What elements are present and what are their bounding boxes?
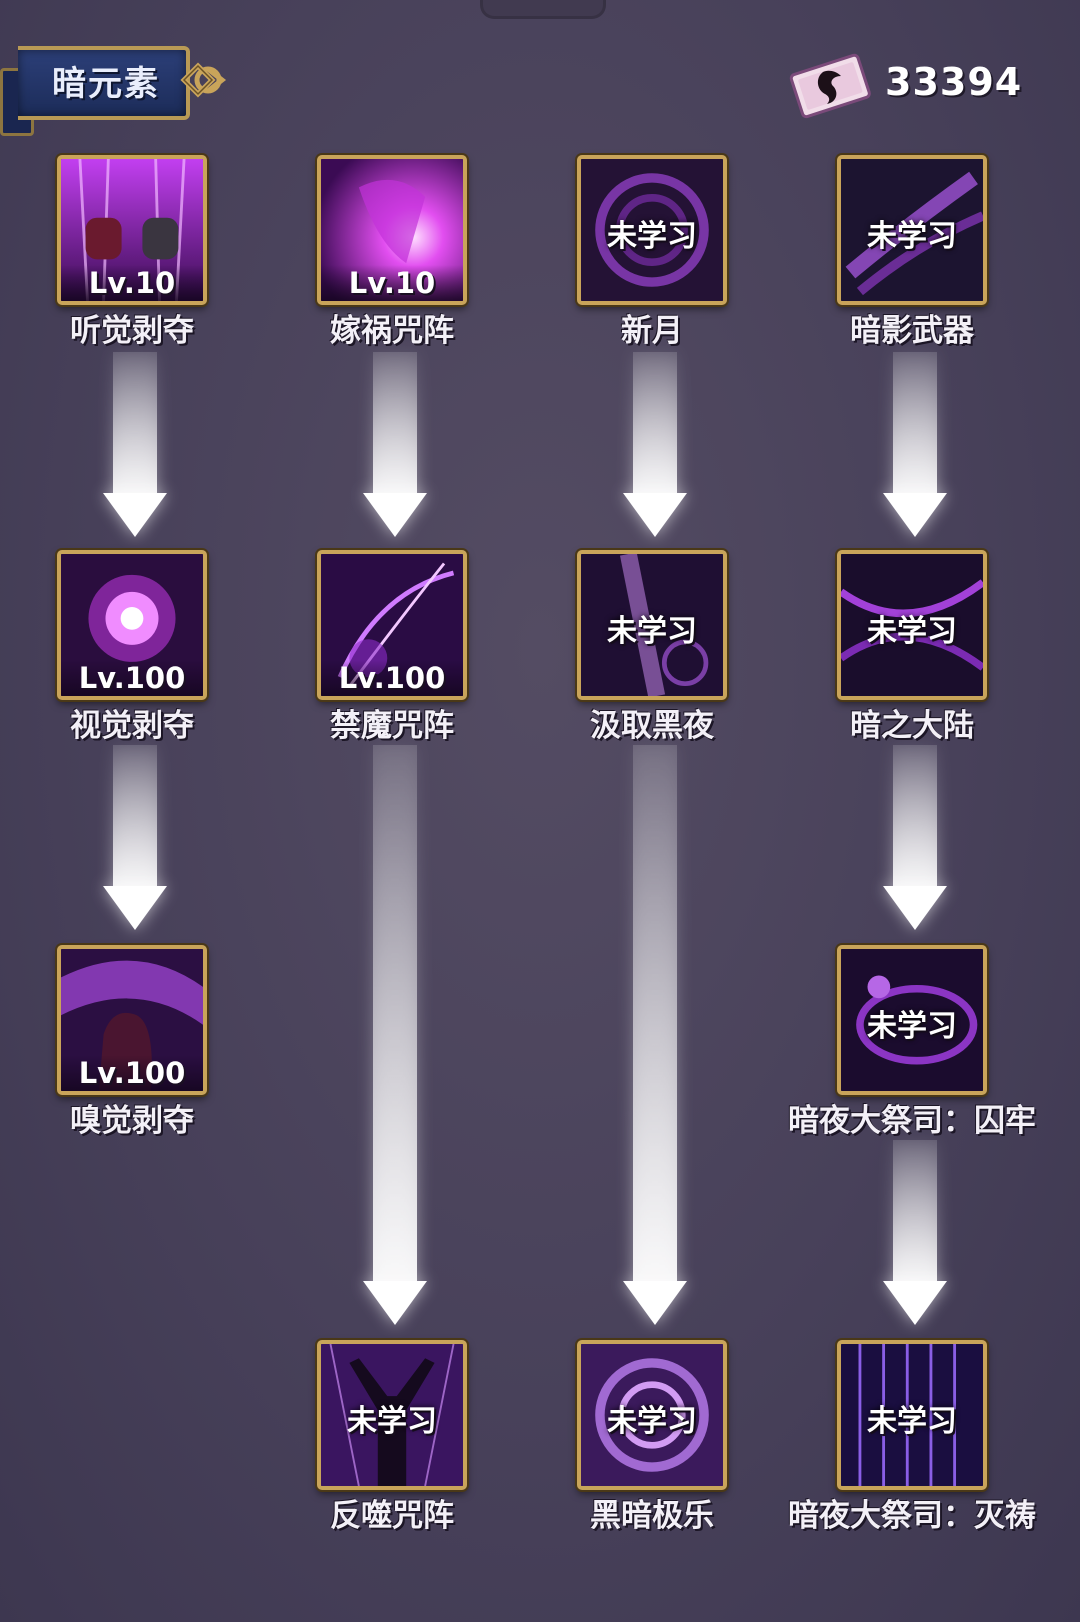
skill-icon-frame[interactable]: 未学习 (577, 1340, 727, 1490)
ornament-knot-icon (180, 62, 227, 98)
skill-status: 未学习 (867, 219, 957, 254)
skill-node-smell-deprivation[interactable]: Lv.100 嗅觉剥夺 (52, 945, 212, 1140)
skill-name: 视觉剥夺 (70, 708, 194, 744)
skill-node-backlash-array[interactable]: 未学习 反噬咒阵 (312, 1340, 472, 1535)
skill-name: 暗夜大祭司：灭祷 (788, 1498, 1036, 1534)
skill-name: 嫁祸咒阵 (330, 313, 454, 349)
skill-name: 汲取黑夜 (590, 708, 714, 744)
path-arrow (355, 745, 435, 1325)
skill-node-curse-transfer-array[interactable]: Lv.10 嫁祸咒阵 (312, 155, 472, 350)
skill-status: 未学习 (607, 614, 697, 649)
skill-node-shadow-weapon[interactable]: 未学习 暗影武器 (832, 155, 992, 350)
skill-name: 暗影武器 (850, 313, 974, 349)
skill-node-night-priest-annihilation[interactable]: 未学习 暗夜大祭司：灭祷 (788, 1340, 1036, 1535)
path-arrow (615, 745, 695, 1325)
skill-level: Lv.100 (61, 660, 203, 696)
path-arrow (95, 352, 175, 537)
skill-status: 未学习 (607, 1404, 697, 1439)
path-arrow (615, 352, 695, 537)
skill-status: 未学习 (867, 1009, 957, 1044)
skill-name: 黑暗极乐 (590, 1498, 714, 1534)
path-arrow (95, 745, 175, 930)
skill-icon-frame[interactable]: Lv.100 (57, 945, 207, 1095)
skill-icon-frame[interactable]: 未学习 (577, 550, 727, 700)
element-title: 暗元素 (52, 64, 160, 104)
skill-icon-frame[interactable]: 未学习 (837, 1340, 987, 1490)
skill-status: 未学习 (607, 219, 697, 254)
skill-icon-frame[interactable]: 未学习 (317, 1340, 467, 1490)
top-notch (480, 0, 606, 19)
skill-status: 未学习 (347, 1404, 437, 1439)
skill-name: 禁魔咒阵 (330, 708, 454, 744)
skill-icon-frame[interactable]: Lv.10 (317, 155, 467, 305)
skill-level: Lv.10 (61, 265, 203, 301)
path-arrow (875, 1140, 955, 1325)
skill-icon-frame[interactable]: Lv.100 (57, 550, 207, 700)
skill-status: 未学习 (867, 614, 957, 649)
skill-name: 新月 (621, 313, 683, 349)
skill-name: 反噬咒阵 (330, 1498, 454, 1534)
skill-node-night-priest-prison[interactable]: 未学习 暗夜大祭司：囚牢 (788, 945, 1036, 1140)
skill-name: 嗅觉剥夺 (70, 1103, 194, 1139)
skill-level: Lv.10 (321, 265, 463, 301)
skill-name: 暗之大陆 (850, 708, 974, 744)
skill-icon-frame[interactable]: Lv.10 (57, 155, 207, 305)
path-arrow (355, 352, 435, 537)
skill-node-crescent[interactable]: 未学习 新月 (572, 155, 732, 350)
path-arrow (875, 745, 955, 930)
skill-name: 听觉剥夺 (70, 313, 194, 349)
currency-amount: 33394 (885, 60, 1023, 104)
element-banner: 暗元素 (0, 40, 235, 136)
skill-node-anti-magic-array[interactable]: Lv.100 禁魔咒阵 (312, 550, 472, 745)
currency-display: 33394 (785, 50, 1025, 120)
skill-node-drain-night[interactable]: 未学习 汲取黑夜 (572, 550, 732, 745)
skill-icon-frame[interactable]: 未学习 (837, 945, 987, 1095)
skill-node-dark-continent[interactable]: 未学习 暗之大陆 (832, 550, 992, 745)
path-arrow (875, 352, 955, 537)
skill-icon-frame[interactable]: 未学习 (837, 155, 987, 305)
skill-icon-frame[interactable]: 未学习 (577, 155, 727, 305)
skill-name: 暗夜大祭司：囚牢 (788, 1103, 1036, 1139)
skill-icon-frame[interactable]: Lv.100 (317, 550, 467, 700)
skill-level: Lv.100 (321, 660, 463, 696)
skill-node-dark-bliss[interactable]: 未学习 黑暗极乐 (572, 1340, 732, 1535)
skill-status: 未学习 (867, 1404, 957, 1439)
skill-node-vision-deprivation[interactable]: Lv.100 视觉剥夺 (52, 550, 212, 745)
skill-icon-frame[interactable]: 未学习 (837, 550, 987, 700)
skill-level: Lv.100 (61, 1055, 203, 1091)
skill-scroll-icon (789, 53, 871, 119)
skill-node-hearing-deprivation[interactable]: Lv.10 听觉剥夺 (52, 155, 212, 350)
